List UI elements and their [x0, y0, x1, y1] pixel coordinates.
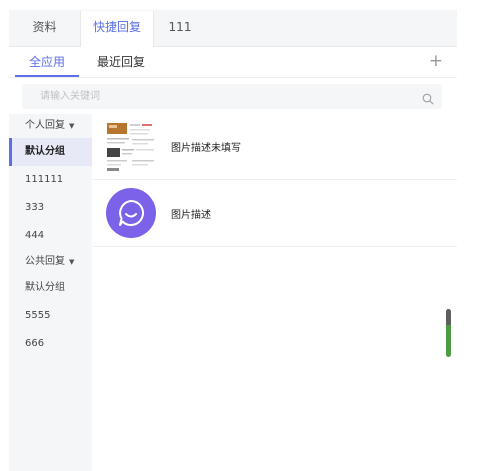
add-reply-button[interactable]: +: [429, 51, 443, 71]
group-header-public[interactable]: 公共回复 ▼: [9, 250, 92, 274]
group-sidebar: 个人回复 ▼ 默认分组 111111 333 444 公共回复 ▼ 默认分组 555…: [9, 114, 92, 471]
reply-title: 图片描述: [171, 209, 211, 221]
reply-item[interactable]: 图片描述未填写: [93, 114, 457, 180]
sidebar-item-public-default[interactable]: 默认分组: [9, 274, 92, 302]
subtab-recent-replies[interactable]: 最近回复: [97, 47, 145, 77]
tab-profile[interactable]: 资料: [9, 11, 80, 46]
plus-icon: +: [428, 51, 443, 71]
group-header-label: 公共回复: [25, 256, 65, 267]
sidebar-item-333[interactable]: 333: [9, 194, 92, 222]
content-area: 个人回复 ▼ 默认分组 111111 333 444 公共回复 ▼ 默认分组 555…: [9, 114, 457, 471]
search-icon[interactable]: [422, 90, 434, 109]
sidebar-item-666[interactable]: 666: [9, 330, 92, 358]
tab-111[interactable]: 111: [154, 11, 206, 46]
caret-down-icon: ▼: [69, 258, 75, 266]
sidebar-item-444[interactable]: 444: [9, 222, 92, 250]
document-screenshot-thumbnail: [106, 120, 156, 173]
search-bar: [9, 78, 457, 115]
sidebar-item-111111[interactable]: 111111: [9, 166, 92, 194]
top-tab-bar: 资料 快捷回复 111: [9, 10, 457, 47]
group-header-label: 个人回复: [25, 120, 65, 131]
smile-chat-icon: [106, 188, 156, 238]
search-input[interactable]: [22, 84, 420, 109]
subtab-all-apps[interactable]: 全应用: [15, 47, 79, 77]
sub-tab-bar: 全应用 最近回复 +: [9, 47, 457, 78]
scrollbar-thumb[interactable]: [446, 309, 451, 357]
caret-down-icon: ▼: [69, 122, 75, 130]
tab-quick-reply[interactable]: 快捷回复: [80, 11, 154, 47]
sidebar-item-personal-default[interactable]: 默认分组: [9, 138, 92, 166]
group-header-personal[interactable]: 个人回复 ▼: [9, 114, 92, 138]
reply-list: 图片描述未填写 图片描述: [93, 114, 457, 471]
quick-reply-panel: 资料 快捷回复 111 全应用 最近回复 + 个人回复▼ 默认分组 11: [9, 10, 457, 471]
sidebar-item-5555[interactable]: 5555: [9, 302, 92, 330]
search-box: [22, 84, 442, 109]
reply-title: 图片描述未填写: [171, 143, 241, 154]
reply-item[interactable]: 图片描述: [93, 180, 457, 247]
